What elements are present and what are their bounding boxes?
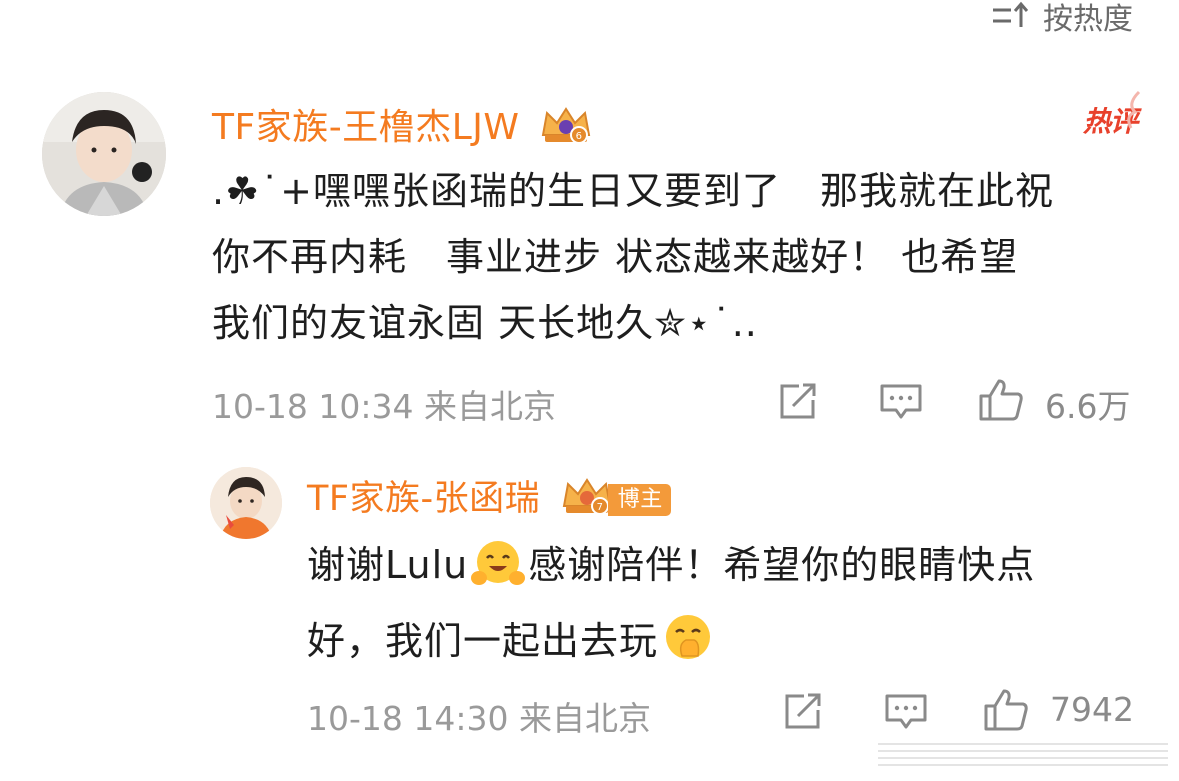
repost-icon[interactable] <box>782 692 824 732</box>
comment-text-line: 我们的友谊永固 天长地久✮⋆˙.. <box>212 301 758 345</box>
blogger-badge: 7 博主 <box>560 476 671 525</box>
hot-flare-icon <box>1123 90 1143 137</box>
username[interactable]: TF家族-王橹杰LJW 6 <box>212 98 593 154</box>
comment-icon[interactable] <box>884 692 928 732</box>
crown-badge-icon: 7 <box>560 476 614 525</box>
hand-over-mouth-emoji-icon <box>660 612 716 684</box>
reply-text-segment: 谢谢Lulu <box>307 543 469 587</box>
blogger-tag: 博主 <box>607 484 671 516</box>
like-count: 6.6万 <box>1045 387 1131 426</box>
repost-icon[interactable] <box>777 382 819 422</box>
comment-text-line: .☘˙+嘿嘿张函瑞的生日又要到了 那我就在此祝 <box>212 169 1054 213</box>
comment-item: TF家族-王橹杰LJW 6 热评 .☘˙+嘿嘿张函瑞的生日又要到了 那我就在此祝… <box>42 90 1141 432</box>
username-text: TF家族-王橹杰LJW <box>212 107 520 148</box>
reply-username[interactable]: TF家族-张函瑞 7 博主 <box>307 470 671 525</box>
hug-emoji-icon <box>470 538 526 608</box>
watermark <box>878 738 1178 772</box>
sort-icon <box>991 1 1031 31</box>
hot-comment-badge: 热评 <box>1083 90 1141 140</box>
sort-label: 按热度 <box>1043 2 1133 37</box>
avatar[interactable] <box>42 92 166 216</box>
comment-meta: 10-18 10:34 来自北京 <box>212 387 556 426</box>
sort-toggle[interactable]: 按热度 <box>991 0 1133 38</box>
reply-meta: 10-18 14:30 来自北京 <box>307 699 651 738</box>
comment-icon[interactable] <box>879 382 923 422</box>
reply-username-text: TF家族-张函瑞 <box>307 479 541 519</box>
comment-text-line: 你不再内耗 事业进步 状态越来越好！ 也希望 <box>212 235 1019 279</box>
comment-text: .☘˙+嘿嘿张函瑞的生日又要到了 那我就在此祝 你不再内耗 事业进步 状态越来越… <box>212 158 1137 356</box>
reply-text-line: 谢谢Lulu 感谢陪伴！希望你的眼睛快点 <box>307 532 1137 608</box>
reply-text-segment: 好，我们一起出去玩 <box>307 619 659 663</box>
like-count: 7942 <box>1050 690 1134 729</box>
reply-text-line: 好，我们一起出去玩 <box>307 608 1137 684</box>
reply-actions: 7942 <box>782 688 1137 734</box>
crown-badge-icon: 6 <box>539 105 593 154</box>
svg-text:7: 7 <box>596 502 603 513</box>
svg-text:6: 6 <box>576 131 583 142</box>
reply-text: 谢谢Lulu 感谢陪伴！希望你的眼睛快点 好，我们一起出去玩 <box>307 532 1137 684</box>
reply-text-segment: 感谢陪伴！希望你的眼睛快点 <box>528 543 1036 587</box>
like-icon[interactable] <box>977 378 1025 422</box>
like-icon[interactable] <box>982 688 1030 732</box>
reply-avatar[interactable] <box>210 467 282 539</box>
